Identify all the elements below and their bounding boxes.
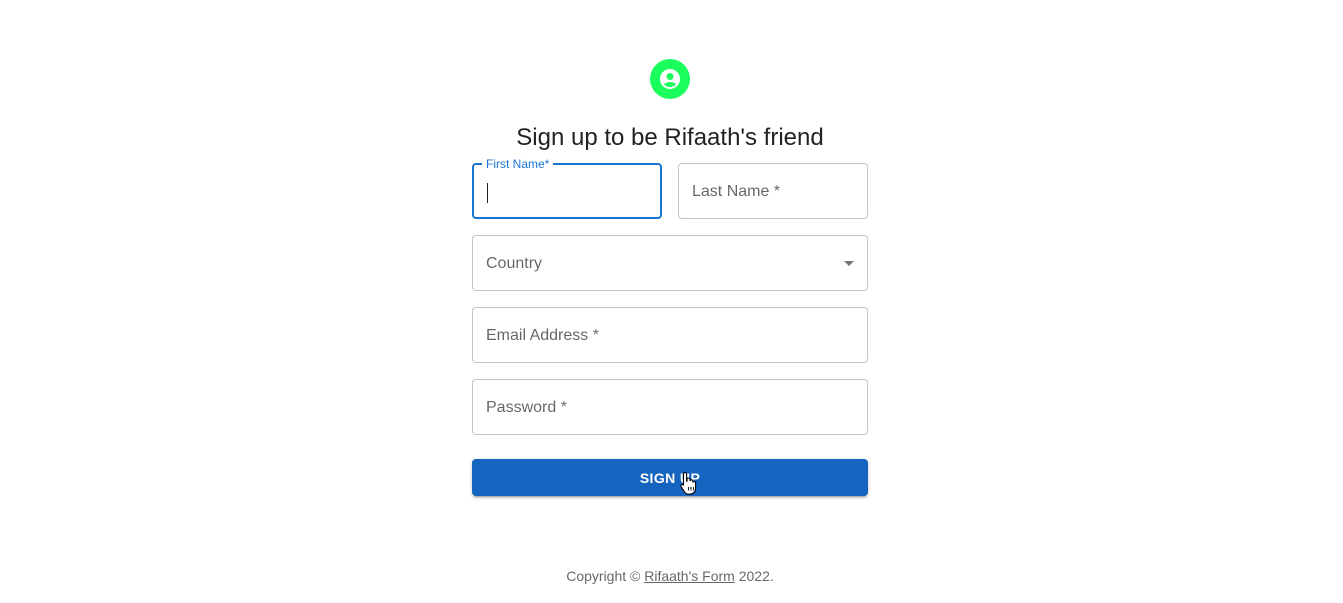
- footer-link[interactable]: Rifaath's Form: [644, 568, 735, 584]
- hand-pointer-icon: [680, 471, 697, 495]
- first-name-input[interactable]: [486, 179, 644, 203]
- page-title: Sign up to be Rifaath's friend: [516, 124, 824, 152]
- avatar: [650, 59, 690, 99]
- country-select[interactable]: Country: [472, 235, 868, 291]
- email-field[interactable]: Email Address *: [472, 307, 868, 363]
- first-name-field[interactable]: First Name*: [472, 157, 662, 219]
- last-name-label: Last Name *: [692, 183, 781, 200]
- email-label: Email Address *: [486, 327, 599, 344]
- sign-up-button[interactable]: SIGN UP: [472, 459, 868, 496]
- password-field[interactable]: Password *: [472, 379, 868, 435]
- first-name-label: First Name*: [482, 157, 554, 171]
- country-label: Country: [486, 255, 543, 272]
- footer-prefix: Copyright ©: [566, 568, 645, 584]
- person-icon: [660, 69, 680, 89]
- password-label: Password *: [486, 399, 567, 416]
- footer-suffix: 2022.: [734, 568, 774, 584]
- text-caret: [487, 183, 488, 203]
- last-name-field[interactable]: Last Name *: [678, 163, 868, 219]
- footer-copyright: Copyright © Rifaath's Form 2022.: [472, 567, 868, 585]
- arrow-drop-down-icon: [844, 261, 854, 266]
